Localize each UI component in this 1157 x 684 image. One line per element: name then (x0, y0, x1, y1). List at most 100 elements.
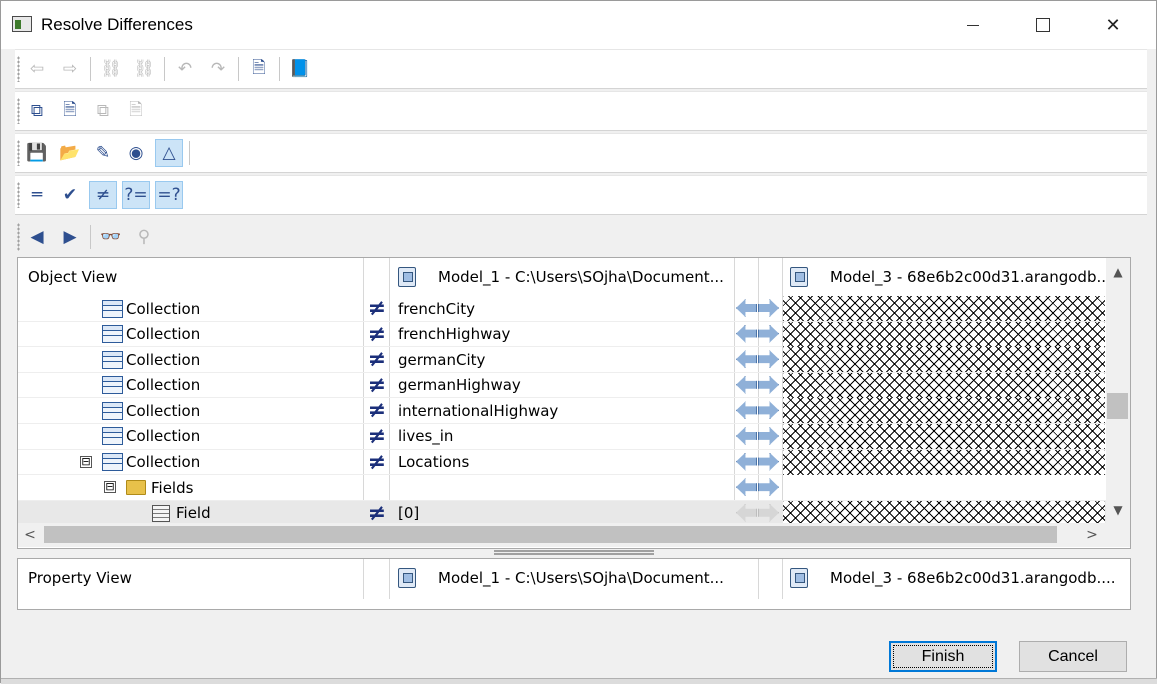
triangle-pencil-icon[interactable]: △ (155, 139, 183, 167)
compare-copy-icon[interactable]: ⧉ (23, 97, 51, 125)
window-title: Resolve Differences (41, 15, 193, 34)
toolbar-navigation: ⇦ ⇨ ⛓ ⛓ ↶ ↷ 🗎 📘 (15, 49, 1147, 89)
merge-document-icon[interactable]: 🗎 (245, 55, 273, 83)
tree-node[interactable]: Field (152, 501, 211, 526)
tree-row[interactable]: Collection ≠ frenchCity (18, 296, 1106, 322)
right-model-header[interactable]: Model_3 - 68e6b2c00d31.arangodb... (790, 258, 1111, 296)
copy-right-icon[interactable] (758, 452, 779, 471)
model-icon (398, 568, 416, 588)
tree-node[interactable]: Collection (102, 296, 200, 321)
undo-icon[interactable]: ↶ (171, 55, 199, 83)
tree-row[interactable]: Collection ≠ frenchHighway (18, 321, 1106, 348)
copy-left-icon[interactable] (736, 401, 757, 420)
copy-right-icon[interactable] (758, 426, 779, 445)
horizontal-scroll-thumb[interactable] (44, 526, 1057, 543)
unknown-equal-icon[interactable]: ?= (122, 181, 150, 209)
left-model-label: Model_1 - C:\Users\SOjha\Document... (438, 268, 724, 286)
copy-disabled-icon[interactable]: ⧉ (89, 97, 117, 125)
tree-node[interactable]: Collection (102, 450, 200, 475)
tree-row[interactable]: Collection ≠ lives_in (18, 423, 1106, 450)
redo-icon[interactable]: ↷ (204, 55, 232, 83)
tree-node-label: Collection (126, 350, 201, 369)
binoculars-icon[interactable]: 👓 (97, 223, 125, 251)
scroll-right-icon[interactable]: > (1080, 523, 1104, 547)
not-equal-icon[interactable]: ≠ (89, 181, 117, 209)
copy-left-icon[interactable] (736, 324, 757, 343)
arrow-right-icon[interactable]: ⇨ (56, 55, 84, 83)
tree-row[interactable]: ⊟ Collection ≠ Locations (18, 449, 1106, 476)
add-document-icon[interactable]: 🗎 (56, 97, 84, 125)
copy-left-icon[interactable] (736, 299, 757, 317)
tree-row[interactable]: ⊟ Fields (18, 475, 1106, 501)
copy-right-icon[interactable] (758, 324, 779, 343)
collapse-icon[interactable]: ⊟ (104, 481, 116, 494)
equal-icon[interactable]: ═ (23, 181, 51, 209)
property-left-model-label: Model_1 - C:\Users\SOjha\Document... (438, 569, 724, 587)
copy-right-icon[interactable] (758, 503, 779, 522)
tree-row[interactable]: Collection ≠ internationalHighway (18, 398, 1106, 424)
minimize-icon (967, 24, 979, 26)
copy-right-icon[interactable] (758, 375, 779, 394)
missing-object-hatch (783, 398, 1105, 424)
copy-left-icon[interactable] (736, 426, 757, 445)
column-divider (363, 559, 364, 599)
collection-icon (102, 350, 123, 369)
copy-right-icon[interactable] (758, 401, 779, 420)
copy-right-icon[interactable] (758, 299, 779, 317)
difference-tree: Collection ≠ frenchCity Collection ≠ frenchHi… (18, 296, 1106, 527)
toolbar-compare: ⧉ 🗎 ⧉ 🗎 (15, 91, 1147, 131)
model-icon (398, 267, 416, 287)
collapse-icon[interactable]: ⊟ (80, 455, 92, 468)
tree-row[interactable]: Collection ≠ germanCity (18, 347, 1106, 373)
copy-left-icon[interactable] (736, 478, 757, 497)
tree-node[interactable]: Collection (102, 398, 200, 423)
copy-left-icon[interactable] (736, 503, 757, 522)
copy-left-icon[interactable] (736, 350, 757, 369)
link-icon[interactable]: ⛓ (97, 55, 125, 83)
tree-node[interactable]: Fields (126, 475, 193, 500)
merge-arrows (736, 503, 780, 524)
arrow-left-icon[interactable]: ⇦ (23, 55, 51, 83)
next-difference-icon[interactable]: ▶ (56, 223, 84, 251)
resolve-differences-window: Resolve Differences ✕ ⇦ ⇨ ⛓ ⛓ ↶ ↷ 🗎 📘 ⧉ 🗎 ⧉ 🗎 💾 📂 ✎ ◉… (0, 0, 1157, 684)
vertical-scrollbar[interactable]: ▲ ▼ (1106, 258, 1130, 523)
maximize-button[interactable] (1008, 1, 1078, 49)
equal-unknown-icon[interactable]: =? (155, 181, 183, 209)
vertical-scroll-thumb[interactable] (1107, 393, 1128, 419)
tree-node[interactable]: Collection (102, 373, 200, 398)
open-folder-icon[interactable]: 📂 (56, 139, 84, 167)
finish-button[interactable]: Finish (889, 641, 997, 672)
unlink-icon[interactable]: ⛓ (130, 55, 158, 83)
tree-node[interactable]: Collection (102, 322, 200, 347)
toolbar-separator (189, 141, 190, 165)
copy-left-icon[interactable] (736, 375, 757, 394)
scroll-up-icon[interactable]: ▲ (1106, 262, 1130, 282)
tree-row[interactable]: Collection ≠ germanHighway (18, 372, 1106, 399)
approve-icon[interactable]: ✔ (56, 181, 84, 209)
missing-object-hatch (783, 321, 1105, 347)
tree-node[interactable]: Collection (102, 424, 200, 449)
circle-triangle-icon[interactable]: ◉ (122, 139, 150, 167)
scroll-left-icon[interactable]: < (18, 523, 42, 547)
horizontal-scrollbar[interactable]: < > (18, 523, 1130, 547)
save-icon[interactable]: 💾 (23, 139, 51, 167)
scroll-down-icon[interactable]: ▼ (1106, 500, 1130, 520)
find-next-icon[interactable]: ⚲ (130, 223, 158, 251)
minimize-button[interactable] (938, 1, 1008, 49)
close-button[interactable]: ✕ (1078, 1, 1148, 49)
collection-icon (102, 453, 123, 472)
panel-splitter[interactable] (494, 550, 654, 555)
pencil-icon[interactable]: ✎ (89, 139, 117, 167)
copy-right-icon[interactable] (758, 478, 779, 497)
copy-left-icon[interactable] (736, 452, 757, 471)
copy-right-icon[interactable] (758, 350, 779, 369)
merge-arrows (736, 350, 780, 370)
merge-arrows (736, 426, 780, 447)
previous-difference-icon[interactable]: ◀ (23, 223, 51, 251)
book-icon[interactable]: 📘 (286, 55, 314, 83)
toolbar-separator (164, 57, 165, 81)
export-disabled-icon[interactable]: 🗎 (122, 97, 150, 125)
cancel-button[interactable]: Cancel (1019, 641, 1127, 672)
left-model-header[interactable]: Model_1 - C:\Users\SOjha\Document... (398, 258, 724, 296)
tree-node[interactable]: Collection (102, 347, 200, 372)
